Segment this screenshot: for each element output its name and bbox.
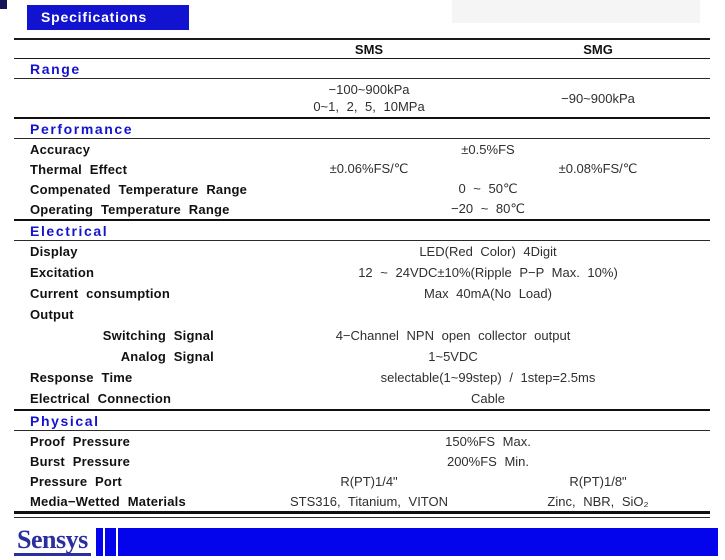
spec-table: SMS SMG Range −100~900kPa 0~1, 2, 5, 10M… bbox=[14, 38, 710, 518]
row-label: Media−Wetted Materials bbox=[14, 494, 284, 509]
value-sms: STS316, Titanium, VITON bbox=[284, 494, 454, 509]
value-span: ±0.5%FS bbox=[284, 142, 710, 157]
table-header-row: SMS SMG bbox=[14, 40, 710, 59]
table-row-excitation: Excitation 12 ~ 24VDC±10%(Ripple P−P Max… bbox=[14, 262, 710, 283]
column-header-smg: SMG bbox=[486, 42, 710, 57]
range-sms-line2: 0~1, 2, 5, 10MPa bbox=[284, 99, 454, 114]
value-span: LED(Red Color) 4Digit bbox=[284, 244, 710, 259]
value-span: 150%FS Max. bbox=[284, 434, 710, 449]
value-span: 200%FS Min. bbox=[284, 454, 710, 469]
value-span: selectable(1~99step) / 1step=2.5ms bbox=[284, 370, 710, 385]
row-label: Compenated Temperature Range bbox=[14, 182, 284, 197]
table-row-output: Output bbox=[14, 304, 710, 325]
row-label: Accuracy bbox=[14, 142, 284, 157]
section-title: Electrical bbox=[14, 223, 108, 239]
value-smg: ±0.08%FS/℃ bbox=[486, 161, 710, 177]
table-row-accuracy: Accuracy ±0.5%FS bbox=[14, 139, 710, 159]
value-span: −20 ~ 80℃ bbox=[284, 201, 710, 217]
sensys-logo: Sensys bbox=[14, 528, 91, 556]
table-row-current-consumption: Current consumption Max 40mA(No Load) bbox=[14, 283, 710, 304]
row-sublabel: Switching Signal bbox=[14, 328, 214, 343]
row-label: Electrical Connection bbox=[14, 391, 284, 406]
footer-bar-medium bbox=[105, 528, 116, 556]
page-title: Specifications bbox=[27, 5, 189, 30]
value-span: 1~5VDC bbox=[214, 349, 710, 364]
section-header-physical: Physical bbox=[14, 411, 710, 431]
table-row-compensated-temp: Compenated Temperature Range 0 ~ 50℃ bbox=[14, 179, 710, 199]
table-row-pressure-port: Pressure Port R(PT)1/4" R(PT)1/8" bbox=[14, 471, 710, 491]
table-row-display: Display LED(Red Color) 4Digit bbox=[14, 241, 710, 262]
value-span: 4−Channel NPN open collector output bbox=[214, 328, 710, 343]
value-sms: ±0.06%FS/℃ bbox=[284, 161, 454, 177]
row-label: Current consumption bbox=[14, 286, 284, 301]
table-row-proof-pressure: Proof Pressure 150%FS Max. bbox=[14, 431, 710, 451]
table-row-thermal-effect: Thermal Effect ±0.06%FS/℃ ±0.08%FS/℃ bbox=[14, 159, 710, 179]
footer: Sensys bbox=[14, 528, 718, 556]
footer-bars bbox=[96, 528, 718, 556]
table-row-range: −100~900kPa 0~1, 2, 5, 10MPa −90~900kPa bbox=[14, 79, 710, 119]
section-title: Physical bbox=[14, 413, 100, 429]
table-row-response-time: Response Time selectable(1~99step) / 1st… bbox=[14, 367, 710, 388]
footer-bar-long bbox=[118, 528, 718, 556]
row-label: Burst Pressure bbox=[14, 454, 284, 469]
corner-mark bbox=[0, 0, 7, 9]
table-row-electrical-connection: Electrical Connection Cable bbox=[14, 388, 710, 411]
row-label: Output bbox=[14, 307, 284, 322]
row-label: Display bbox=[14, 244, 284, 259]
value-sms: R(PT)1/4" bbox=[284, 474, 454, 489]
section-title: Performance bbox=[14, 121, 133, 137]
range-smg-value: −90~900kPa bbox=[486, 91, 710, 106]
value-smg: Zinc, NBR, SiO₂ bbox=[486, 494, 710, 509]
section-header-electrical: Electrical bbox=[14, 221, 710, 241]
value-span: 12 ~ 24VDC±10%(Ripple P−P Max. 10%) bbox=[284, 265, 710, 280]
table-row-burst-pressure: Burst Pressure 200%FS Min. bbox=[14, 451, 710, 471]
table-bottom-rule bbox=[14, 514, 710, 518]
value-smg: R(PT)1/8" bbox=[486, 474, 710, 489]
section-header-range: Range bbox=[14, 59, 710, 79]
row-label: Operating Temperature Range bbox=[14, 202, 284, 217]
row-label: Excitation bbox=[14, 265, 284, 280]
row-sublabel: Analog Signal bbox=[14, 349, 214, 364]
table-row-switching-signal: Switching Signal 4−Channel NPN open coll… bbox=[14, 325, 710, 346]
section-title: Range bbox=[14, 61, 81, 77]
table-row-analog-signal: Analog Signal 1~5VDC bbox=[14, 346, 710, 367]
range-sms-line1: −100~900kPa bbox=[284, 82, 454, 97]
value-span: Max 40mA(No Load) bbox=[284, 286, 710, 301]
column-header-sms: SMS bbox=[284, 42, 454, 57]
spec-sheet-page: Specifications SMS SMG Range −100~900kPa… bbox=[0, 0, 725, 560]
row-label: Proof Pressure bbox=[14, 434, 284, 449]
table-row-media-wetted-materials: Media−Wetted Materials STS316, Titanium,… bbox=[14, 491, 710, 514]
table-row-operating-temp: Operating Temperature Range −20 ~ 80℃ bbox=[14, 199, 710, 221]
range-sms-values: −100~900kPa 0~1, 2, 5, 10MPa bbox=[284, 79, 454, 117]
value-span: 0 ~ 50℃ bbox=[284, 181, 710, 197]
row-label: Response Time bbox=[14, 370, 284, 385]
section-header-performance: Performance bbox=[14, 119, 710, 139]
row-label: Pressure Port bbox=[14, 474, 284, 489]
footer-bar-small bbox=[96, 528, 103, 556]
scan-gray-patch bbox=[452, 0, 700, 23]
value-span: Cable bbox=[284, 391, 710, 406]
row-label: Thermal Effect bbox=[14, 162, 284, 177]
